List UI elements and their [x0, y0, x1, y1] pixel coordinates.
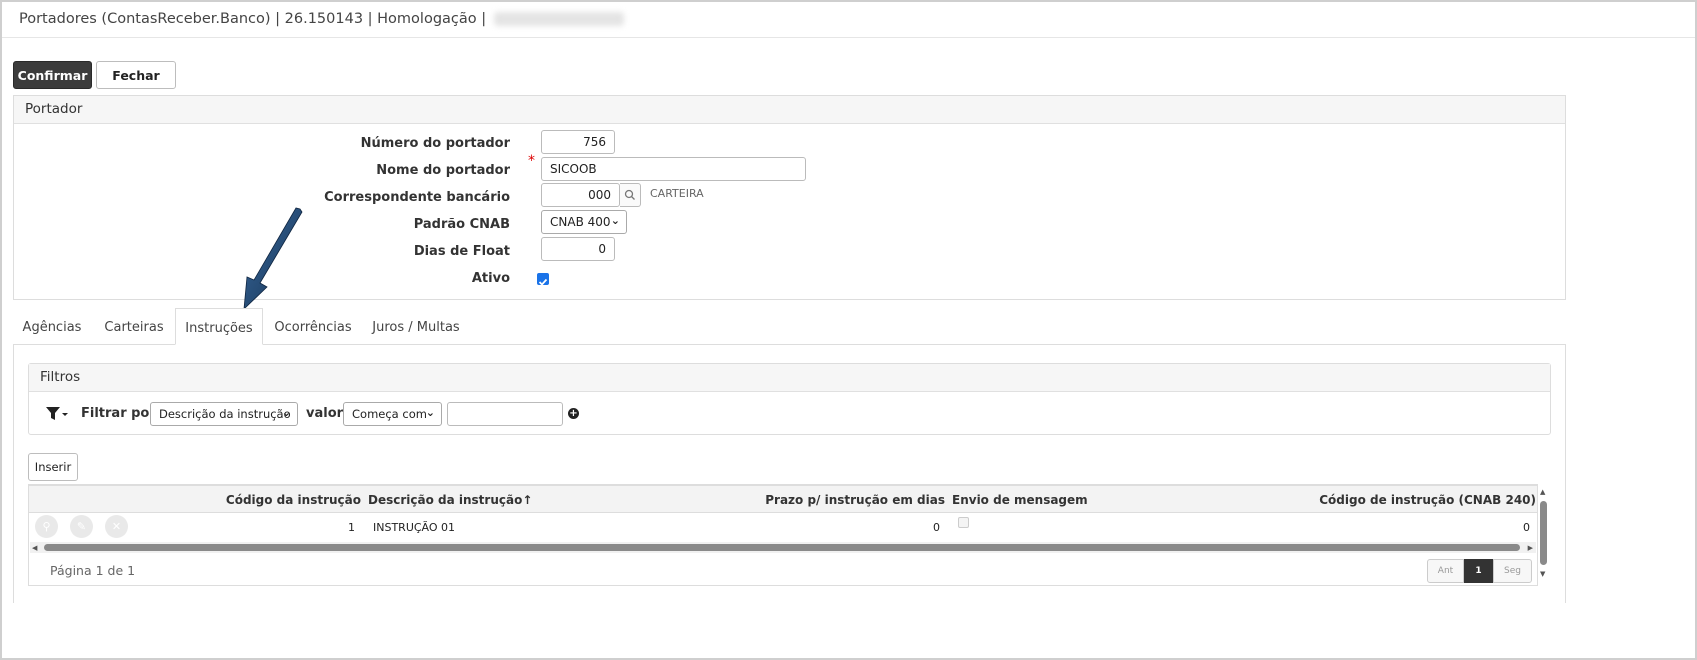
- filter-menu-button[interactable]: [45, 406, 69, 422]
- col-descricao[interactable]: Descrição da instrução↑: [368, 493, 532, 507]
- nome-label: Nome do portador: [376, 163, 510, 178]
- vertical-scroll-thumb[interactable]: [1540, 501, 1547, 565]
- col-envio[interactable]: Envio de mensagem: [952, 493, 1088, 507]
- correspondente-label: Correspondente bancário: [324, 190, 510, 205]
- annotation-arrow: [243, 207, 303, 311]
- sort-asc-icon: ↑: [522, 493, 533, 507]
- col-cnab240[interactable]: Código de instrução (CNAB 240): [1236, 493, 1536, 507]
- edit-row-button[interactable]: ✎: [70, 515, 93, 538]
- numero-input[interactable]: 756: [541, 130, 615, 154]
- tab-instrucoes[interactable]: Instruções: [175, 308, 263, 345]
- portador-section-title: Portador: [14, 96, 1565, 124]
- scroll-down-icon[interactable]: ▼: [1540, 570, 1545, 578]
- chevron-down-icon: ⌄: [425, 406, 435, 419]
- page-1-button[interactable]: 1: [1464, 559, 1493, 583]
- tab-carteiras[interactable]: Carteiras: [94, 308, 174, 345]
- confirm-button[interactable]: Confirmar: [13, 61, 92, 89]
- check-icon: [538, 278, 548, 286]
- cell-codigo: 1: [348, 521, 355, 534]
- add-filter-icon[interactable]: +: [568, 408, 579, 419]
- correspondente-lookup-button[interactable]: [620, 183, 641, 207]
- redacted-environment: [494, 12, 625, 26]
- delete-row-button[interactable]: ✕: [105, 515, 128, 538]
- close-icon: ✕: [111, 520, 122, 533]
- close-button[interactable]: Fechar: [96, 61, 176, 89]
- chevron-down-icon: ⌄: [281, 406, 291, 419]
- correspondente-description: CARTEIRA: [650, 187, 704, 200]
- search-icon: ⚲: [42, 520, 51, 533]
- prev-page-button[interactable]: Ant: [1427, 559, 1464, 583]
- grid-header: Código da instrução Descrição da instruç…: [29, 485, 1537, 513]
- filter-field-value: Descrição da instrução: [159, 407, 291, 421]
- filter-field-select[interactable]: Descrição da instrução ⌄: [150, 402, 298, 426]
- cell-prazo: 0: [933, 521, 940, 534]
- tab-agencias[interactable]: Agências: [14, 308, 90, 345]
- window-title-text: Portadores (ContasReceber.Banco) | 26.15…: [19, 11, 487, 27]
- scroll-up-icon[interactable]: ▲: [1540, 488, 1545, 496]
- cnab-select-value: CNAB 400: [550, 215, 611, 229]
- horizontal-scrollbar[interactable]: ◀ ▶: [30, 542, 1536, 553]
- tab-ocorrencias[interactable]: Ocorrências: [267, 308, 359, 345]
- vertical-scrollbar[interactable]: ▲ ▼: [1538, 484, 1550, 584]
- view-row-button[interactable]: ⚲: [35, 515, 58, 538]
- insert-button[interactable]: Inserir: [28, 453, 78, 481]
- filters-title: Filtros: [29, 364, 1550, 392]
- scroll-right-icon[interactable]: ▶: [1528, 544, 1533, 552]
- float-input[interactable]: 0: [541, 237, 615, 261]
- cell-envio-checkbox: [958, 517, 969, 528]
- correspondente-input[interactable]: 000: [541, 183, 620, 207]
- cell-cnab240: 0: [1523, 521, 1530, 534]
- nome-input[interactable]: SICOOB: [541, 157, 806, 181]
- pagination-info: Página 1 de 1: [50, 563, 136, 578]
- ativo-checkbox[interactable]: [537, 273, 549, 286]
- filter-icon: [46, 407, 68, 420]
- filter-by-label: Filtrar por: [81, 406, 156, 421]
- filter-value-input[interactable]: [447, 402, 563, 426]
- col-descricao-label: Descrição da instrução: [368, 493, 523, 507]
- next-page-button[interactable]: Seg: [1493, 559, 1532, 583]
- pencil-icon: ✎: [76, 520, 87, 533]
- col-codigo[interactable]: Código da instrução: [149, 493, 361, 507]
- scroll-left-icon[interactable]: ◀: [32, 544, 37, 552]
- window-title: Portadores (ContasReceber.Banco) | 26.15…: [2, 2, 1695, 38]
- filter-operator-select[interactable]: Começa com ⌄: [343, 402, 442, 426]
- filter-operator-value: Começa com: [352, 407, 427, 421]
- cell-descricao: INSTRUÇÃO 01: [373, 521, 456, 534]
- chevron-down-icon: ⌄: [610, 214, 620, 227]
- cnab-select[interactable]: CNAB 400 ⌄: [541, 210, 627, 234]
- required-mark: *: [528, 153, 535, 169]
- tab-juros-multas[interactable]: Juros / Multas: [364, 308, 468, 345]
- horizontal-scroll-thumb[interactable]: [44, 544, 1520, 551]
- valor-label: valor: [306, 406, 344, 421]
- col-prazo[interactable]: Prazo p/ instrução em dias: [745, 493, 945, 507]
- search-icon: [624, 189, 635, 200]
- numero-label: Número do portador: [360, 136, 510, 151]
